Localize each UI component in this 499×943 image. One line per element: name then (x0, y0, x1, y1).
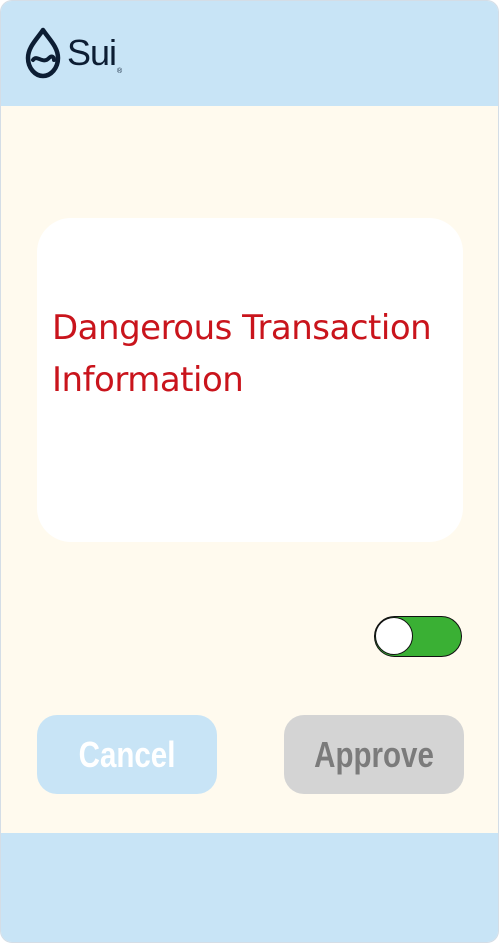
sui-drop-icon (25, 27, 61, 79)
sui-logo: Sui ® (23, 27, 122, 79)
footer (1, 833, 498, 942)
approve-button[interactable]: Approve (284, 715, 464, 794)
cancel-button[interactable]: Cancel (37, 715, 217, 794)
logo-text: Sui (67, 32, 117, 73)
toggle-knob (375, 617, 413, 655)
main-content: Dangerous Transaction Information Cancel… (1, 106, 498, 833)
confirm-toggle[interactable] (374, 616, 462, 657)
warning-card: Dangerous Transaction Information (37, 218, 463, 542)
warning-message: Dangerous Transaction Information (52, 308, 432, 400)
cancel-button-label: Cancel (78, 734, 176, 775)
header: Sui ® (1, 1, 498, 106)
approve-button-label: Approve (314, 734, 434, 775)
registered-mark: ® (117, 68, 123, 75)
app-window: Sui ® Dangerous Transaction Information … (0, 0, 499, 943)
